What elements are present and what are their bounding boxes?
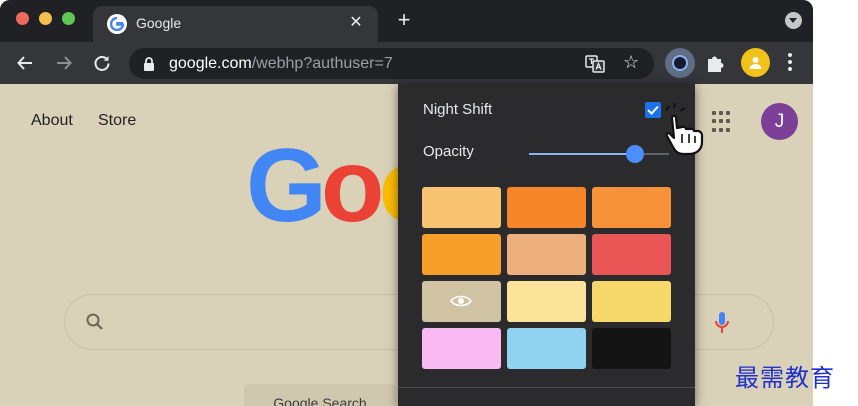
night-shift-popup: Night Shift Opacity [398,84,695,406]
person-icon [749,57,762,69]
avatar[interactable]: J [761,103,798,140]
color-swatch[interactable] [592,281,671,322]
back-button[interactable] [12,50,38,76]
opacity-slider-fill [529,153,636,155]
color-swatch[interactable] [592,234,671,275]
google-favicon-icon [107,14,127,34]
lock-icon [144,57,154,71]
google-apps-icon[interactable] [712,111,734,133]
tab-title: Google [136,15,182,31]
tab-search-icon[interactable] [785,12,802,29]
color-swatch[interactable] [507,328,586,369]
night-shift-label: Night Shift [423,101,493,118]
color-swatch[interactable] [422,234,501,275]
hand-cursor-icon [665,102,704,156]
close-window-button[interactable] [16,12,29,25]
address-bar[interactable]: google.com/webhp?authuser=7 ☆ [129,48,654,79]
color-swatch[interactable] [507,187,586,228]
google-search-button[interactable]: Google Search [244,384,396,406]
watermark: 最需教育 [735,364,835,392]
translate-icon[interactable] [585,54,605,74]
search-icon [86,313,103,330]
arrow-right-icon [57,56,72,70]
microphone-icon[interactable] [713,311,731,335]
about-link[interactable]: About [31,112,73,130]
color-swatch[interactable] [507,234,586,275]
color-swatch[interactable] [422,187,501,228]
browser-window: Google ✕ + google.com/webhp?authuser=7 ☆… [0,0,813,406]
minimize-window-button[interactable] [39,12,52,25]
extensions-puzzle-icon[interactable] [705,52,727,74]
reload-button[interactable] [89,50,115,76]
reload-icon [94,55,110,71]
new-tab-button[interactable]: + [392,8,416,32]
opacity-slider[interactable] [529,145,669,163]
url-text: google.com/webhp?authuser=7 [169,55,393,73]
url-domain: google.com [169,55,252,72]
more-menu-icon[interactable] [788,53,792,74]
opacity-label: Opacity [423,143,474,160]
color-swatch[interactable] [422,328,501,369]
eye-icon [450,295,472,307]
maximize-window-button[interactable] [62,12,75,25]
color-swatch[interactable] [507,281,586,322]
tab-strip: Google ✕ + [0,0,813,42]
color-swatch[interactable] [422,281,501,322]
opacity-slider-thumb[interactable] [626,145,645,163]
moon-icon [672,55,688,71]
arrow-left-icon [17,56,32,70]
logo-letter: G [246,128,327,244]
forward-button[interactable] [51,50,77,76]
tab-google[interactable]: Google ✕ [93,6,378,42]
toolbar: google.com/webhp?authuser=7 ☆ [0,42,813,84]
divider [398,387,695,388]
logo-letter: o [320,128,384,244]
color-swatch[interactable] [592,187,671,228]
bookmark-star-icon[interactable]: ☆ [623,52,639,73]
night-shift-extension-icon[interactable] [665,48,695,78]
tab-close-icon[interactable]: ✕ [346,12,366,32]
url-path: /webhp?authuser=7 [251,55,393,72]
store-link[interactable]: Store [98,112,136,130]
color-swatch-grid [422,187,672,369]
profile-icon[interactable] [741,48,770,77]
color-swatch[interactable] [592,328,671,369]
